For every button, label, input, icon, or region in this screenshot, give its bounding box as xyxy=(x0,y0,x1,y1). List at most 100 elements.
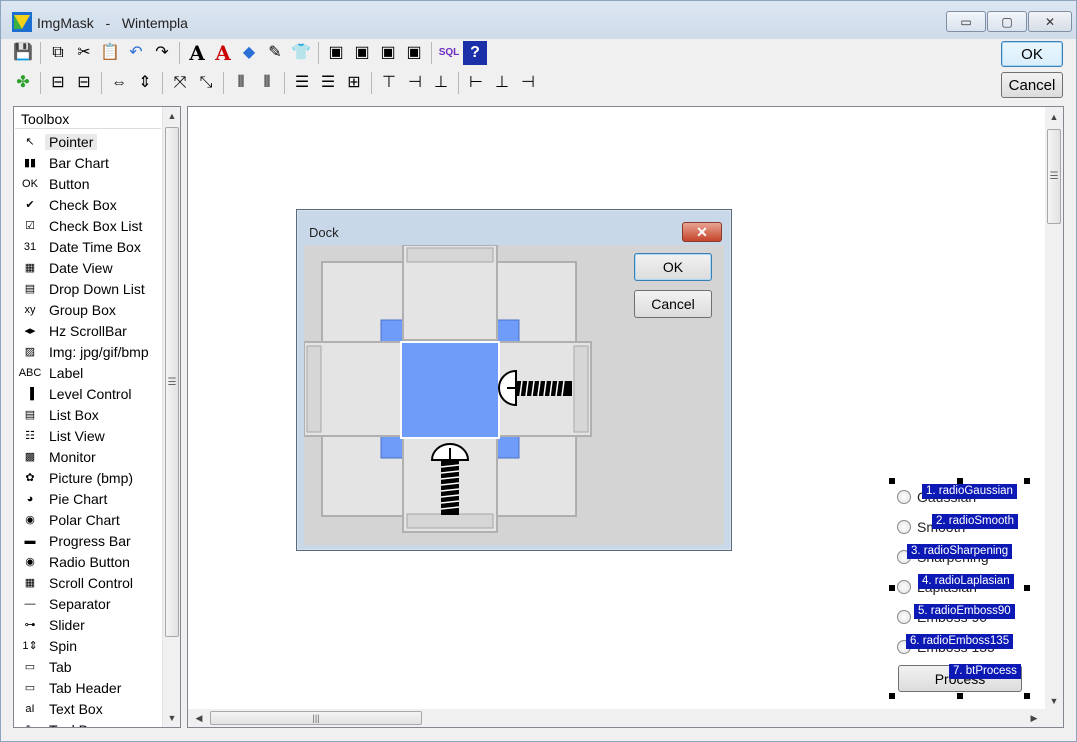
bring-front-icon[interactable]: ▣ xyxy=(324,41,348,65)
toolbox-item[interactable]: ▤ List Box xyxy=(14,404,162,425)
selection-handle[interactable] xyxy=(889,693,895,699)
toolbox-item[interactable]: ↖ Pointer xyxy=(14,131,162,152)
toolbox-item[interactable]: ◉ Radio Button xyxy=(14,551,162,572)
selection-handle[interactable] xyxy=(1024,585,1030,591)
sql-icon[interactable]: SQL xyxy=(437,41,461,65)
toolbox-item[interactable]: — Separator xyxy=(14,593,162,614)
canvas-scroll-up-icon[interactable]: ▲ xyxy=(1045,109,1063,125)
same-width-icon[interactable]: ⇔ xyxy=(107,71,131,95)
tshirt-icon[interactable]: 👕 xyxy=(289,41,313,65)
help-icon[interactable]: ? xyxy=(463,41,487,65)
toolbox-item[interactable]: ⊶ Slider xyxy=(14,614,162,635)
toolbox-item[interactable]: ◂▸ Hz ScrollBar xyxy=(14,320,162,341)
center-horizontal-icon[interactable]: ⊟ xyxy=(46,71,70,95)
toolbox-scrollbar[interactable]: ▲ ☰ ▼ xyxy=(162,107,180,727)
space-down-icon[interactable]: ☰ xyxy=(290,71,314,95)
minimize-button[interactable]: ▭ xyxy=(946,11,986,32)
toolbox-item[interactable]: ▤ Drop Down List xyxy=(14,278,162,299)
toolbox-item[interactable]: ▬ Progress Bar xyxy=(14,530,162,551)
crayons-icon[interactable]: ✎ xyxy=(263,41,287,65)
toolbox-item[interactable]: 31 Date Time Box xyxy=(14,236,162,257)
selection-handle[interactable] xyxy=(1024,478,1030,484)
canvas-horizontal-scrollbar[interactable]: ◀ ||| ▶ xyxy=(188,709,1063,727)
toolbox-item[interactable]: xy Group Box xyxy=(14,299,162,320)
selection-handle[interactable] xyxy=(957,693,963,699)
canvas-vertical-scrollbar[interactable]: ▲ ☰ ▼ xyxy=(1045,107,1063,711)
font-color-icon[interactable]: A xyxy=(211,41,235,65)
canvas-scroll-down-icon[interactable]: ▼ xyxy=(1045,693,1063,709)
toolbox-item[interactable]: ▭ Tab Header xyxy=(14,677,162,698)
document-name: Wintempla xyxy=(121,15,188,31)
space-rows-icon[interactable]: ☰ xyxy=(316,71,340,95)
align-center-icon[interactable]: ⊥ xyxy=(490,71,514,95)
dock-close-button[interactable]: ✕ xyxy=(682,222,722,242)
toolbox-item[interactable]: ▮▮ Bar Chart xyxy=(14,152,162,173)
toolbox-item[interactable]: ABC Label xyxy=(14,362,162,383)
space-evenly-icon[interactable]: ⦀ xyxy=(255,71,279,95)
toolbox-item[interactable]: ☑ Check Box List xyxy=(14,215,162,236)
toolbox-item[interactable]: ▦ Scroll Control xyxy=(14,572,162,593)
align-left-icon[interactable]: ⊢ xyxy=(464,71,488,95)
toolbox-item[interactable]: 1⇕ Spin xyxy=(14,635,162,656)
align-right-icon[interactable]: ⊣ xyxy=(516,71,540,95)
bring-forward-icon[interactable]: ▣ xyxy=(376,41,400,65)
radio-circle-icon[interactable] xyxy=(897,520,911,534)
shrink-icon[interactable]: ⤡ xyxy=(194,71,218,95)
space-across-icon[interactable]: ⦀ xyxy=(229,71,253,95)
dock-ok-button[interactable]: OK xyxy=(634,253,712,281)
expand-icon[interactable]: ⤧ xyxy=(168,71,192,95)
toolbox-item-label: Check Box List xyxy=(49,217,143,234)
copy-icon[interactable]: ⧉ xyxy=(46,41,70,65)
align-middle-icon[interactable]: ⊣ xyxy=(403,71,427,95)
fill-color-icon[interactable]: ◆ xyxy=(237,41,261,65)
clover-icon[interactable]: ✤ xyxy=(11,71,35,95)
toolbox-item[interactable]: ✔ Check Box xyxy=(14,194,162,215)
canvas-vscroll-thumb[interactable]: ☰ xyxy=(1047,129,1061,224)
toolbox-item[interactable]: ◕ Pie Chart xyxy=(14,488,162,509)
selection-handle[interactable] xyxy=(957,478,963,484)
save-icon[interactable]: 💾 xyxy=(11,41,35,65)
canvas-scroll-left-icon[interactable]: ◀ xyxy=(192,709,206,727)
radio-circle-icon[interactable] xyxy=(897,490,911,504)
close-window-button[interactable]: ✕ xyxy=(1028,11,1072,32)
same-height-icon[interactable]: ⇕ xyxy=(133,71,157,95)
send-backward-icon[interactable]: ▣ xyxy=(402,41,426,65)
radio-circle-icon[interactable] xyxy=(897,610,911,624)
toolbox-scroll-thumb[interactable]: ☰ xyxy=(165,127,179,637)
toolbar-separator xyxy=(162,72,163,94)
cut-icon[interactable]: ✂ xyxy=(72,41,96,65)
toolbox-item-label: Text Box xyxy=(49,700,103,717)
dock-cancel-button[interactable]: Cancel xyxy=(634,290,712,318)
redo-icon[interactable]: ↷ xyxy=(150,41,174,65)
ok-button[interactable]: OK xyxy=(1001,41,1063,67)
cancel-button[interactable]: Cancel xyxy=(1001,72,1063,98)
scroll-up-icon[interactable]: ▲ xyxy=(163,107,180,125)
send-back-icon[interactable]: ▣ xyxy=(350,41,374,65)
scroll-down-icon[interactable]: ▼ xyxy=(163,709,180,727)
selection-handle[interactable] xyxy=(1024,693,1030,699)
selection-handle[interactable] xyxy=(889,478,895,484)
toolbox-item[interactable]: ▨ Img: jpg/gif/bmp xyxy=(14,341,162,362)
align-bottom-icon[interactable]: ⊥ xyxy=(429,71,453,95)
toolbox-item[interactable]: aI Text Box xyxy=(14,698,162,719)
toolbox-item[interactable]: ☷ List View xyxy=(14,425,162,446)
toolbox-item[interactable]: ▐ Level Control xyxy=(14,383,162,404)
maximize-button[interactable]: ▢ xyxy=(987,11,1027,32)
toolbox-item[interactable]: OK Button xyxy=(14,173,162,194)
radio-circle-icon[interactable] xyxy=(897,580,911,594)
toolbox-item[interactable]: ✿ Picture (bmp) xyxy=(14,467,162,488)
paste-icon[interactable]: 📋 xyxy=(98,41,122,65)
undo-icon[interactable]: ↶ xyxy=(124,41,148,65)
canvas-hscroll-thumb[interactable]: ||| xyxy=(210,711,422,725)
toolbox-item[interactable]: ▭ Tab xyxy=(14,656,162,677)
toolbox-item[interactable]: ▦ Date View xyxy=(14,257,162,278)
canvas-scroll-right-icon[interactable]: ▶ xyxy=(1027,709,1041,727)
toolbox-item[interactable]: ◉ Polar Chart xyxy=(14,509,162,530)
align-top-icon[interactable]: ⊤ xyxy=(377,71,401,95)
tab-order-icon[interactable]: ⊞ xyxy=(342,71,366,95)
font-icon[interactable]: A xyxy=(185,41,209,65)
center-vertical-icon[interactable]: ⊟ xyxy=(72,71,96,95)
selection-handle[interactable] xyxy=(889,585,895,591)
toolbox-item[interactable]: ▩ Monitor xyxy=(14,446,162,467)
toolbox-item[interactable]: ✎ Tool Bar xyxy=(14,719,162,728)
